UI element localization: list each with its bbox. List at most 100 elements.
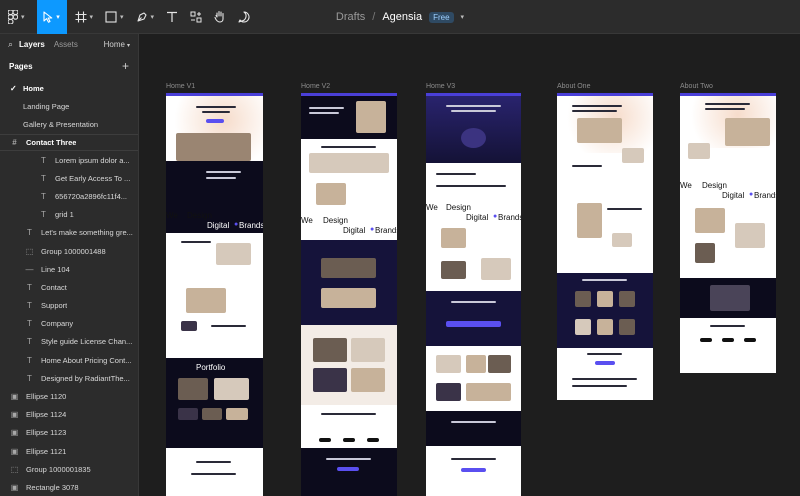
- layer-row[interactable]: # Contact Three: [0, 134, 138, 151]
- panel-tabs: ⌕ Layers Assets Home ▾: [0, 35, 138, 53]
- frame-label-home-v3[interactable]: Home V3: [426, 83, 455, 90]
- headline-design: Design: [702, 181, 727, 190]
- card-button: [700, 338, 712, 342]
- move-tool[interactable]: ▾: [36, 0, 67, 34]
- about-image: [622, 148, 644, 163]
- page-dropdown[interactable]: Home ▾: [104, 40, 130, 49]
- shape-tool[interactable]: ▾: [99, 0, 130, 34]
- layer-row[interactable]: T Let's make something gre...: [0, 224, 138, 242]
- portfolio-image: [202, 408, 222, 420]
- headline-design: Design: [446, 203, 471, 212]
- layer-row[interactable]: Tgrid 1: [0, 206, 138, 224]
- hero-heading: [572, 105, 622, 107]
- frame-label-about-two[interactable]: About Two: [680, 83, 713, 90]
- project-name[interactable]: Agensia: [382, 11, 422, 23]
- layer-label: Let's make something gre...: [41, 228, 133, 238]
- dot-icon: ●: [234, 221, 239, 228]
- page-label: Gallery & Presentation: [23, 119, 99, 129]
- layer-row[interactable]: ▣ Ellipse 1123: [0, 424, 138, 442]
- layer-row[interactable]: ⬚ Group 1000001488: [0, 242, 138, 260]
- chevron-down-icon[interactable]: ▾: [461, 13, 465, 21]
- about-image: [695, 243, 715, 263]
- tab-assets[interactable]: Assets: [54, 40, 78, 49]
- layer-row[interactable]: ▣ Ellipse 1124: [0, 406, 138, 424]
- frame-home-v1[interactable]: We Design Digital ● Brands Portfolio: [166, 93, 263, 496]
- layer-row[interactable]: T Home About Pricing Cont...: [0, 351, 138, 369]
- card-button: [319, 438, 331, 442]
- layer-row[interactable]: T Lorem ipsum dolor a...: [0, 151, 138, 169]
- page-label: Landing Page: [23, 101, 70, 111]
- dot-icon: ●: [749, 191, 754, 198]
- resources-tool[interactable]: [184, 0, 208, 34]
- text-icon: T: [27, 337, 32, 347]
- cta-button: [337, 467, 359, 471]
- nav-bar: [166, 93, 263, 96]
- canvas[interactable]: Home V1 Home V2 Home V3 About One About …: [140, 34, 800, 496]
- page-item-landing-page[interactable]: Landing Page: [0, 97, 138, 115]
- page-item-home[interactable]: ✓ Home: [0, 79, 138, 97]
- search-icon[interactable]: ⌕: [8, 39, 13, 50]
- image-icon: ▣: [10, 392, 19, 402]
- frame-home-v2[interactable]: We Design Digital ● Brands: [301, 93, 397, 496]
- layer-row[interactable]: T Support: [0, 297, 138, 315]
- layer-row[interactable]: T Contact: [0, 278, 138, 296]
- add-page-icon[interactable]: +: [122, 59, 129, 73]
- hero-image: [176, 133, 251, 161]
- text-tool[interactable]: [160, 0, 184, 34]
- frame-label-home-v2[interactable]: Home V2: [301, 83, 330, 90]
- team-image: [577, 203, 602, 238]
- main-menu-button[interactable]: ▾: [0, 0, 31, 34]
- card-button: [722, 338, 734, 342]
- line-icon: —: [25, 264, 34, 274]
- frame-about-one[interactable]: [557, 93, 653, 400]
- pen-tool[interactable]: ▾: [130, 0, 161, 34]
- layer-row[interactable]: ▣ Ellipse 1120: [0, 387, 138, 405]
- section-heading: [451, 301, 496, 303]
- layer-row[interactable]: ▣ Ellipse 1121: [0, 442, 138, 460]
- about-image: [688, 143, 710, 159]
- cursor-icon: [43, 10, 53, 23]
- tab-layers[interactable]: Layers: [19, 40, 45, 49]
- layer-row[interactable]: — Line 104: [0, 260, 138, 278]
- layer-row[interactable]: T Get Early Access To ...: [0, 169, 138, 187]
- portfolio-section: [301, 325, 397, 405]
- rectangle-icon: [105, 10, 117, 23]
- feature-row: [309, 153, 389, 173]
- nav-bar: [301, 93, 397, 96]
- comment-icon: [238, 10, 250, 23]
- layer-label: Group 1000001488: [41, 246, 106, 256]
- portfolio-image: [178, 378, 208, 400]
- layer-label: Line 104: [41, 264, 70, 274]
- layer-row[interactable]: ⬚ Group 1000001835: [0, 460, 138, 478]
- layer-row[interactable]: T Style guide License Chan...: [0, 333, 138, 351]
- frame-tool[interactable]: ▾: [69, 0, 100, 34]
- frame-home-v3[interactable]: We Design Digital ● Brands: [426, 93, 521, 496]
- chevron-down-icon: ▾: [21, 13, 25, 21]
- chevron-down-icon: ▾: [150, 13, 155, 21]
- breadcrumb-drafts[interactable]: Drafts: [336, 11, 365, 23]
- breadcrumb-separator: /: [372, 11, 376, 23]
- page-label: Home: [23, 83, 44, 93]
- layer-row[interactable]: ▣ Rectangle 3078: [0, 478, 138, 496]
- headline-brands: Brands: [754, 191, 776, 200]
- frame-about-two[interactable]: We Design Digital ● Brands: [680, 93, 776, 373]
- nav-bar: [680, 93, 776, 96]
- section-heading: [196, 461, 231, 463]
- section-text: [191, 473, 236, 475]
- comment-tool[interactable]: [232, 0, 256, 34]
- cta-section: [301, 448, 397, 496]
- text-icon: T: [41, 155, 46, 165]
- section-heading: [582, 279, 627, 281]
- footer-links: [572, 378, 637, 380]
- headline-brands: Brands: [239, 221, 263, 230]
- page-item-gallery-presentation[interactable]: Gallery & Presentation: [0, 115, 138, 133]
- layer-row[interactable]: T 656720a2896fc11f4...: [0, 187, 138, 205]
- hero-globe: [461, 128, 486, 148]
- layer-row[interactable]: T Company: [0, 315, 138, 333]
- frame-label-about-one[interactable]: About One: [557, 83, 590, 90]
- hand-tool[interactable]: [208, 0, 232, 34]
- hero-heading: [202, 111, 230, 113]
- section-text: [572, 165, 602, 167]
- layer-row[interactable]: T Designed by RadiantThe...: [0, 369, 138, 387]
- frame-label-home-v1[interactable]: Home V1: [166, 83, 195, 90]
